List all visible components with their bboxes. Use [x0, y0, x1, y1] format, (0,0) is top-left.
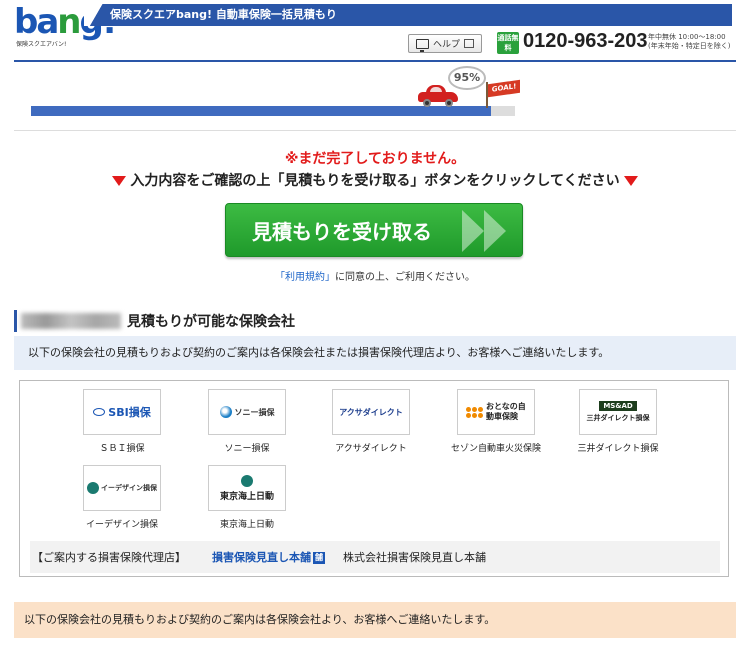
title-bar-decoration	[84, 4, 112, 26]
company-list: SBI損保 ＳＢＩ損保 ソニー損保 ソニー損保 アクサダイレクト アクサダイレク…	[19, 380, 729, 577]
triangle-down-icon	[623, 176, 638, 186]
agency-label: 【ご案内する損害保険代理店】	[32, 551, 186, 564]
company-item: ソニー損保 ソニー損保	[202, 389, 292, 454]
sbi-logo: SBI損保	[83, 389, 161, 435]
get-quote-label: 見積もりを受け取る	[252, 219, 432, 244]
instruction-line: 入力内容をご確認の上「見積もりを受け取る」ボタンをクリックしてください	[0, 170, 750, 190]
agency-logo[interactable]: 損害保険見直し本舗舗	[212, 549, 325, 565]
progress-fill	[31, 106, 491, 116]
car-icon	[418, 84, 458, 107]
company-name: ソニー損保	[224, 444, 270, 454]
help-button[interactable]: ヘルプ	[408, 34, 482, 53]
get-quote-button[interactable]: 見積もりを受け取る	[225, 203, 523, 257]
footer-note: 以下の保険会社の見積もりおよび契約のご案内は各保険会社より、お客様へご連絡いたし…	[14, 602, 736, 638]
chevron-right-icon	[484, 210, 506, 252]
agency-name: 株式会社損害保険見直し本舗	[343, 551, 486, 564]
business-hours: 年中無休 10:00～18:00 (年末年始・特定日を除く)	[648, 33, 730, 51]
incomplete-warning: ※まだ完了しておりません。	[284, 151, 466, 167]
company-name: 東京海上日動	[219, 520, 274, 530]
company-item: イーデザイン損保 イーデザイン損保	[77, 465, 167, 530]
mitsui-direct-logo: MS&AD 三井ダイレクト損保	[579, 389, 657, 435]
instruction-text: 入力内容をご確認の上「見積もりを受け取る」ボタンをクリックしてください	[130, 173, 620, 189]
new-window-icon	[464, 39, 474, 48]
hours-line-2: (年末年始・特定日を除く)	[648, 42, 731, 50]
terms-notice: 「利用規約」に同意の上、ご利用ください。	[0, 268, 750, 283]
toll-free-badge: 通話無料	[497, 32, 519, 54]
page-title: 保険スクエアbang! 自動車保険一括見積もり	[110, 8, 337, 21]
header-divider	[14, 60, 736, 62]
companies-note: 以下の保険会社の見積もりおよび契約のご案内は各保険会社または損害保険代理店より、…	[14, 336, 736, 370]
hours-line-1: 年中無休 10:00～18:00	[648, 33, 726, 41]
progress-bar	[31, 106, 515, 116]
axa-logo: アクサダイレクト	[332, 389, 410, 435]
company-name: アクサダイレクト	[335, 444, 407, 454]
sony-logo: ソニー損保	[208, 389, 286, 435]
site-logo[interactable]: bang! 保険スクエアバン!	[14, 2, 117, 50]
computer-icon	[415, 38, 429, 52]
company-name: イーデザイン損保	[85, 520, 158, 530]
company-name: 三井ダイレクト損保	[577, 444, 659, 454]
progress-percent: 95%	[448, 66, 486, 90]
company-name: ＳＢＩ損保	[99, 444, 145, 454]
phone-number[interactable]: 0120-963-203	[523, 30, 648, 53]
goal-label: GOAL!	[488, 79, 520, 98]
logo-subtext: 保険スクエアバン!	[16, 41, 67, 48]
e-design-logo: イーデザイン損保	[83, 465, 161, 511]
terms-link[interactable]: 「利用規約」	[275, 272, 335, 283]
company-item: おとなの自動車保険 セゾン自動車火災保険	[451, 389, 541, 454]
company-item: 東京海上日動 東京海上日動	[202, 465, 292, 530]
companies-heading-text: 見積もりが可能な保険会社	[127, 314, 295, 330]
sezon-logo: おとなの自動車保険	[457, 389, 535, 435]
companies-heading: 見積もりが可能な保険会社	[14, 310, 414, 332]
blurred-text	[21, 313, 121, 329]
terms-text: に同意の上、ご利用ください。	[335, 272, 475, 283]
agency-row: 【ご案内する損害保険代理店】 損害保険見直し本舗舗 株式会社損害保険見直し本舗	[30, 541, 720, 573]
company-item: SBI損保 ＳＢＩ損保	[77, 389, 167, 454]
tokio-marine-logo: 東京海上日動	[208, 465, 286, 511]
company-name: セゾン自動車火災保険	[451, 444, 542, 454]
chevron-right-icon	[462, 210, 484, 252]
help-label: ヘルプ	[432, 40, 460, 50]
company-item: アクサダイレクト アクサダイレクト	[326, 389, 416, 454]
company-item: MS&AD 三井ダイレクト損保 三井ダイレクト損保	[573, 389, 663, 454]
page-title-bar: 保険スクエアbang! 自動車保険一括見積もり	[84, 4, 732, 26]
section-divider	[14, 130, 736, 131]
triangle-down-icon	[112, 176, 127, 186]
